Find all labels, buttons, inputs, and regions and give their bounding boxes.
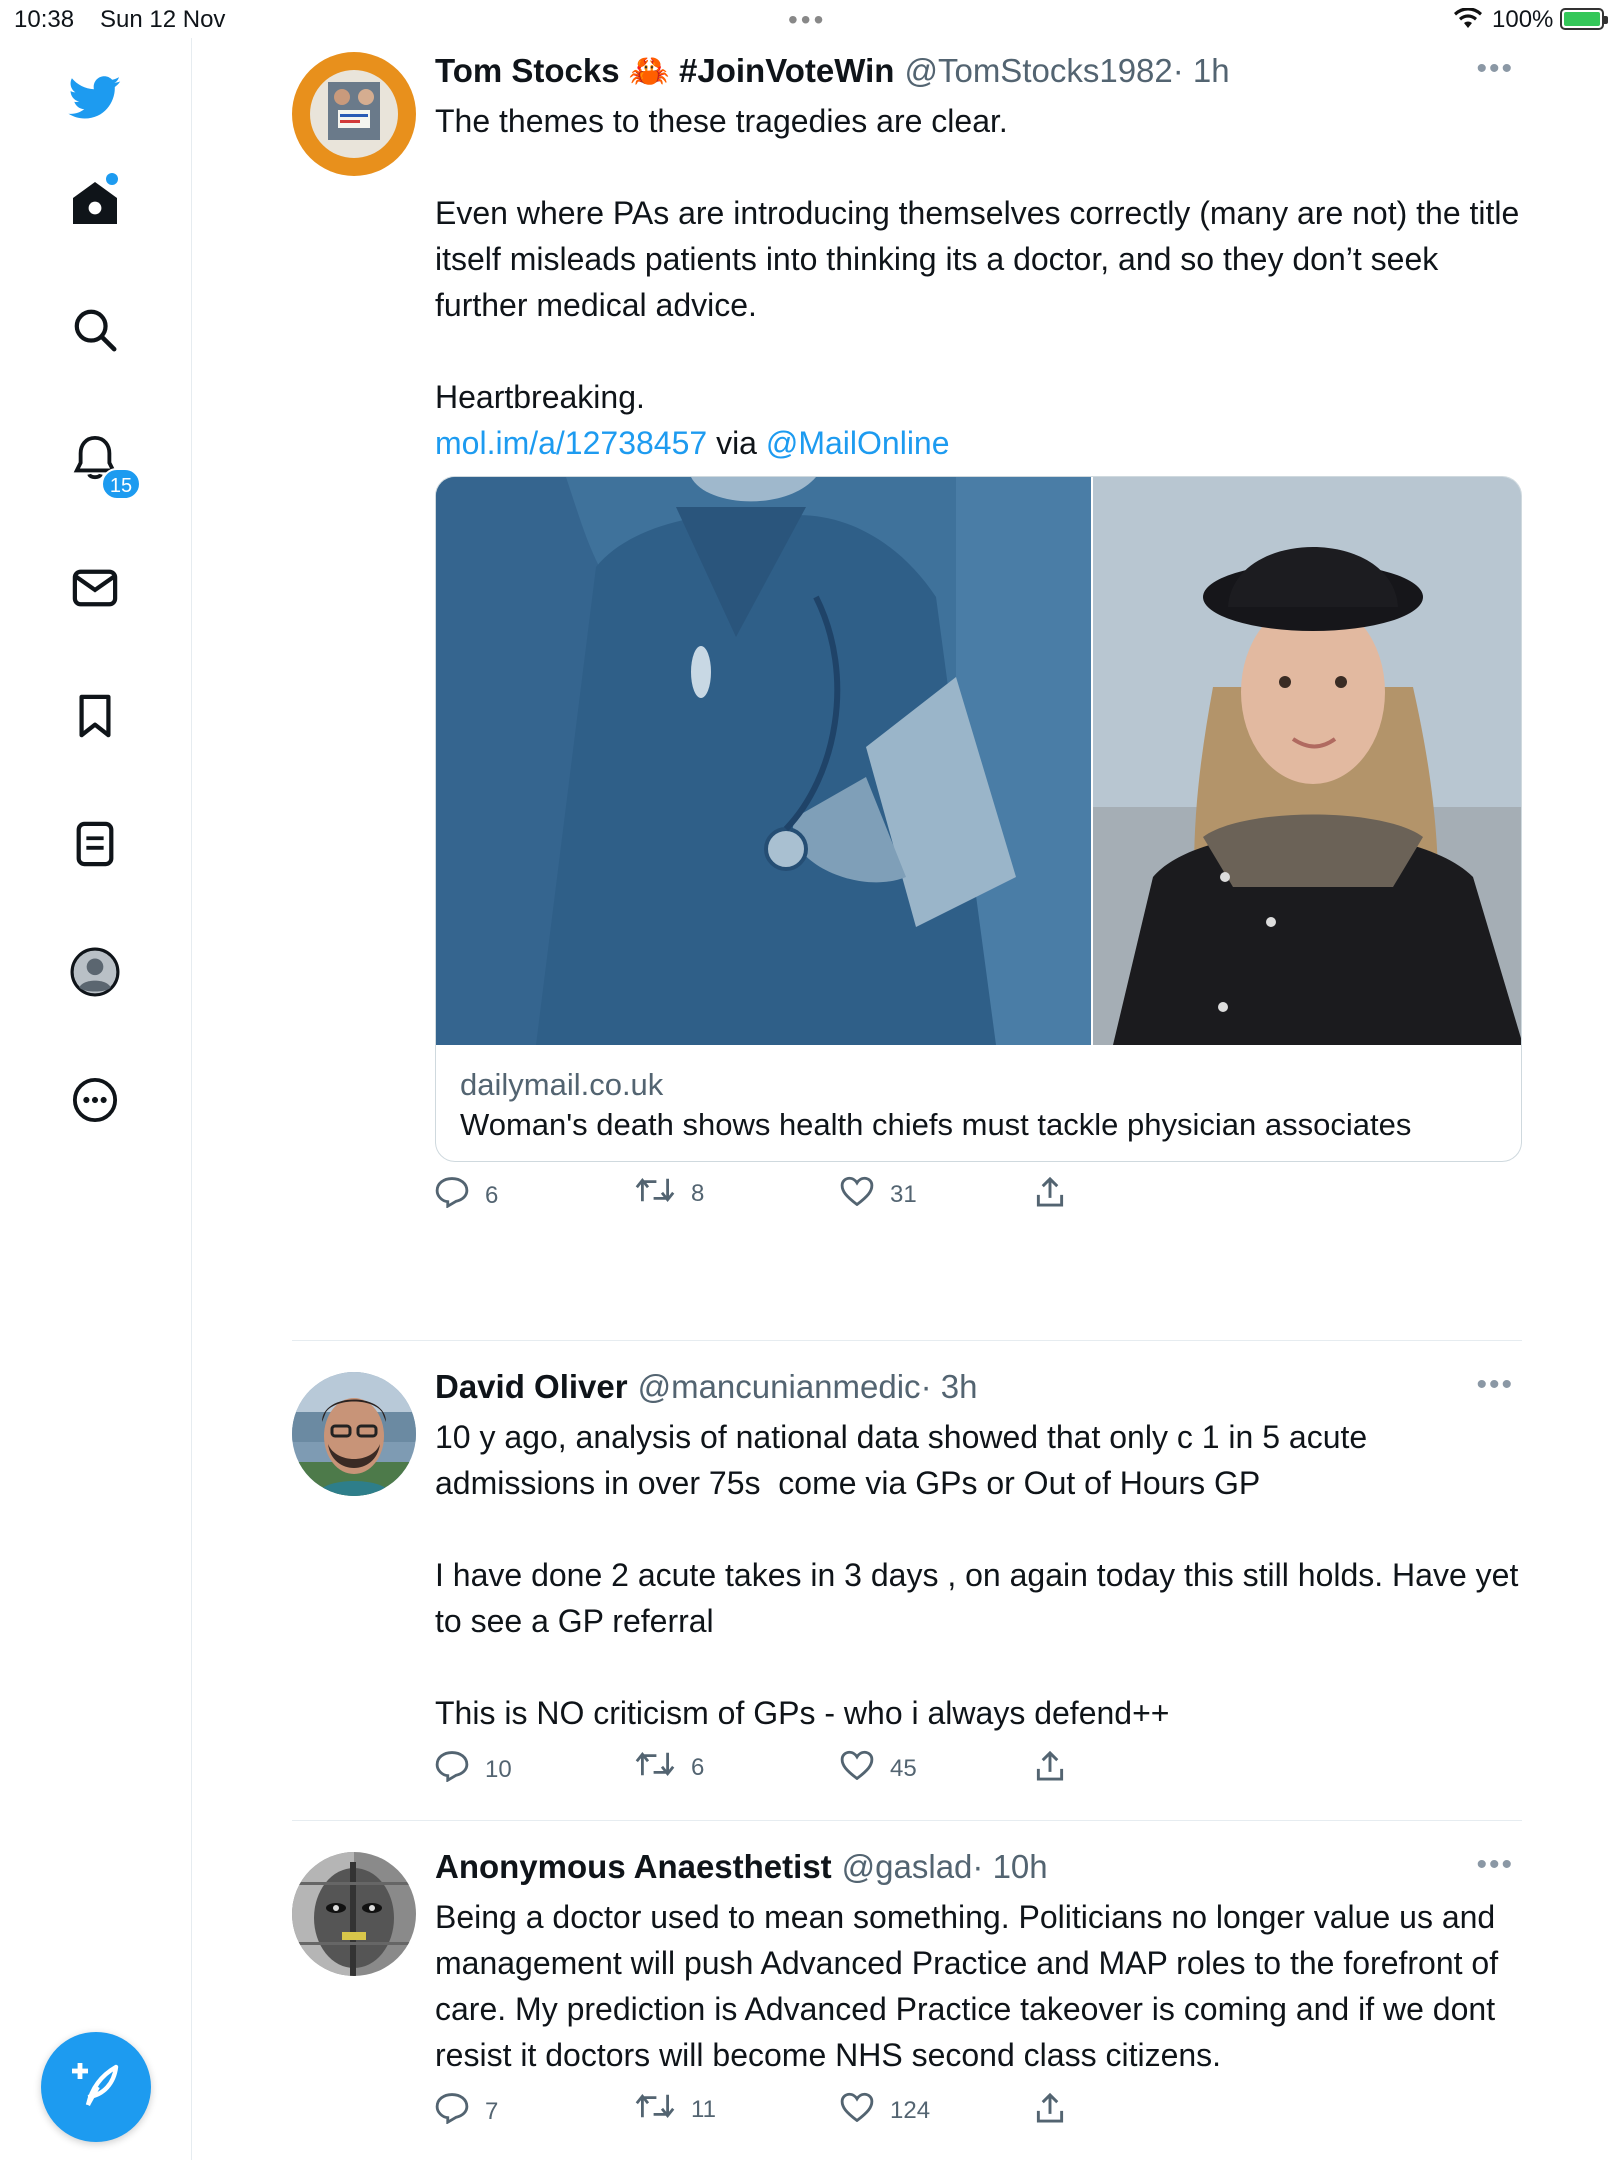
tweet-actions: 10 6 45 <box>435 1750 1522 1810</box>
tweet-time[interactable]: · 10h <box>972 1848 1047 1886</box>
like-button[interactable]: 45 <box>840 1750 917 1787</box>
battery-icon <box>1560 8 1608 30</box>
lists-icon[interactable] <box>65 814 125 874</box>
author-handle[interactable]: @gaslad <box>842 1848 973 1886</box>
author-name[interactable]: Tom Stocks 🦀 #JoinVoteWin <box>435 52 894 91</box>
like-button[interactable]: 31 <box>840 1176 917 1213</box>
search-icon[interactable] <box>65 300 125 360</box>
author-handle[interactable]: @mancunianmedic <box>638 1368 921 1406</box>
reply-icon <box>435 2092 485 2131</box>
retweet-count: 6 <box>691 1753 705 1781</box>
heart-icon <box>840 2092 890 2129</box>
reply-count: 6 <box>485 1181 499 1209</box>
heart-icon <box>840 1176 890 1213</box>
heart-icon <box>840 1750 890 1787</box>
tweet-time[interactable]: · 3h <box>921 1368 978 1406</box>
tweet-text: The themes to these tragedies are clear.… <box>435 98 1522 466</box>
status-time: 10:38 <box>14 6 75 33</box>
reply-icon <box>435 1176 485 1215</box>
status-bar: 10:38 Sun 12 Nov ••• 100% <box>0 0 1620 38</box>
messages-icon[interactable] <box>65 558 125 618</box>
battery-percent: 100% <box>1492 6 1554 33</box>
reply-button[interactable]: 7 <box>435 2092 498 2131</box>
share-icon <box>1035 1176 1081 1215</box>
multitasking-dots-icon[interactable]: ••• <box>788 4 826 36</box>
like-button[interactable]: 124 <box>840 2092 930 2129</box>
author-handle[interactable]: @TomStocks1982 <box>904 52 1172 90</box>
tweet-actions: 7 11 124 <box>435 2092 1522 2152</box>
status-date: Sun 12 Nov <box>100 6 226 33</box>
card-meta: dailymail.co.uk Woman's death shows heal… <box>436 1045 1521 1161</box>
tweet-text-content: The themes to these tragedies are clear.… <box>435 103 1520 415</box>
share-icon <box>1035 1750 1081 1789</box>
card-image-nurse <box>436 477 1091 1045</box>
more-options-icon[interactable]: ••• <box>1476 1848 1514 1882</box>
retweet-button[interactable]: 6 <box>635 1750 704 1785</box>
sidebar-nav: 15 <box>0 38 192 2160</box>
reply-button[interactable]: 10 <box>435 1750 512 1789</box>
bookmarks-icon[interactable] <box>65 686 125 746</box>
via-text: via <box>707 425 766 461</box>
like-count: 31 <box>890 1180 917 1208</box>
tweet-actions: 6 8 31 <box>435 1176 1522 1236</box>
share-icon <box>1035 2092 1081 2131</box>
avatar[interactable] <box>292 52 416 176</box>
more-icon[interactable] <box>65 1070 125 1130</box>
twitter-logo-icon[interactable] <box>65 68 125 128</box>
profile-icon[interactable] <box>65 942 125 1002</box>
tweet-header: David Oliver @mancunianmedic · 3h ••• <box>435 1368 1522 1414</box>
card-image-woman <box>1093 477 1521 1045</box>
retweet-icon <box>635 1176 691 1211</box>
link-preview-card[interactable]: dailymail.co.uk Woman's death shows heal… <box>435 476 1522 1162</box>
home-unread-dot <box>106 173 118 185</box>
card-title: Woman's death shows health chiefs must t… <box>460 1107 1412 1142</box>
reply-count: 7 <box>485 2097 499 2125</box>
tweet-divider <box>292 1340 1522 1341</box>
tweet-text: 10 y ago, analysis of national data show… <box>435 1419 1519 1731</box>
share-button[interactable] <box>1035 1176 1081 1215</box>
tweet-header: Anonymous Anaesthetist @gaslad · 10h ••• <box>435 1848 1522 1894</box>
more-options-icon[interactable]: ••• <box>1476 52 1514 86</box>
tweet-time[interactable]: · 1h <box>1173 52 1230 90</box>
more-options-icon[interactable]: ••• <box>1476 1368 1514 1402</box>
like-count: 124 <box>890 2096 931 2124</box>
retweet-button[interactable]: 8 <box>635 1176 704 1211</box>
share-button[interactable] <box>1035 2092 1081 2131</box>
retweet-count: 8 <box>691 1179 705 1207</box>
wifi-icon <box>1453 7 1483 37</box>
card-images <box>436 477 1521 1045</box>
author-name[interactable]: Anonymous Anaesthetist <box>435 1848 832 1886</box>
avatar[interactable] <box>292 1372 416 1496</box>
compose-tweet-button[interactable] <box>41 2032 151 2142</box>
card-domain: dailymail.co.uk <box>460 1067 664 1102</box>
share-button[interactable] <box>1035 1750 1081 1789</box>
reply-button[interactable]: 6 <box>435 1176 498 1215</box>
notifications-badge: 15 <box>101 468 141 500</box>
reply-icon <box>435 1750 485 1789</box>
retweet-button[interactable]: 11 <box>635 2092 716 2127</box>
tweet-header: Tom Stocks 🦀 #JoinVoteWin @TomStocks1982… <box>435 52 1522 98</box>
like-count: 45 <box>890 1754 917 1782</box>
tweet-text: Being a doctor used to mean something. P… <box>435 1899 1507 2073</box>
reply-count: 10 <box>485 1755 512 1783</box>
tweet-link[interactable]: mol.im/a/12738457 <box>435 425 707 461</box>
tweet-divider <box>292 1820 1522 1821</box>
avatar[interactable] <box>292 1852 416 1976</box>
compose-feather-icon <box>70 2059 122 2116</box>
retweet-icon <box>635 2092 691 2127</box>
retweet-count: 11 <box>691 2095 716 2123</box>
author-name[interactable]: David Oliver <box>435 1368 628 1406</box>
mention-link[interactable]: @MailOnline <box>766 425 950 461</box>
retweet-icon <box>635 1750 691 1785</box>
